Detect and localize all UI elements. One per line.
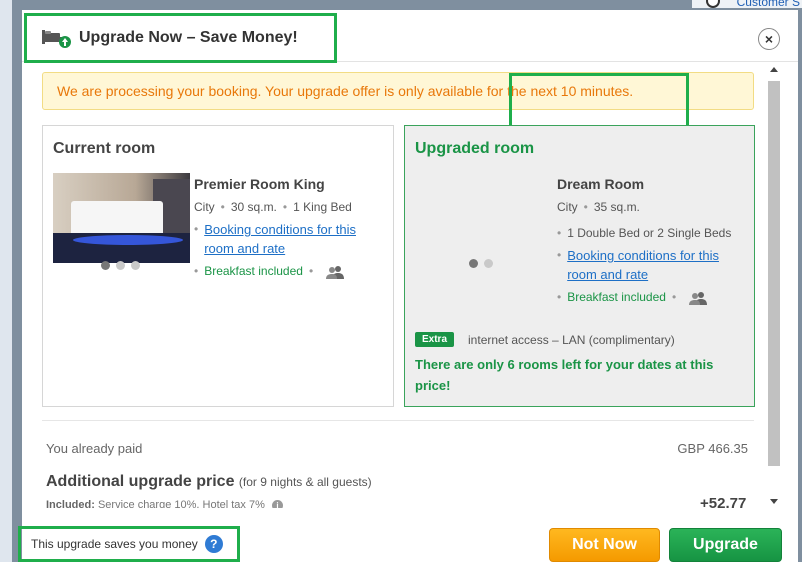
carousel-dot[interactable] xyxy=(101,261,110,270)
modal-title: Upgrade Now – Save Money! xyxy=(79,29,298,46)
guests-icon xyxy=(326,265,345,279)
booking-processing-alert: We are processing your booking. Your upg… xyxy=(42,72,754,128)
backdrop-left-strip xyxy=(0,0,12,562)
room-view: City xyxy=(194,200,215,214)
room-beds: 1 Double Bed or 2 Single Beds xyxy=(567,226,732,240)
upgraded-breakfast-row: • Breakfast included • xyxy=(557,290,747,305)
bed-upgrade-icon xyxy=(41,27,71,49)
carousel-dot[interactable] xyxy=(469,259,478,268)
upgrade-modal: Upgrade Now – Save Money! × We are proce… xyxy=(18,10,798,562)
modal-scroll-content[interactable]: We are processing your booking. Your upg… xyxy=(22,63,766,508)
current-room-details: Premier Room King City • 30 sq.m. • 1 King B… xyxy=(194,176,384,279)
not-now-button[interactable]: Not Now xyxy=(549,528,660,562)
room-size: 30 sq.m. xyxy=(230,200,277,214)
extra-amenity-row: Extra internet access – LAN (complimenta… xyxy=(415,332,675,347)
upgraded-room-details: Dream Room City • 35 sq.m. • 1 Double Bed o… xyxy=(557,176,747,305)
upgraded-room-heading: Upgraded room xyxy=(415,140,535,157)
current-room-photo[interactable] xyxy=(53,173,190,263)
upgrade-button[interactable]: Upgrade xyxy=(669,528,782,562)
upgraded-room-card: Upgraded room Dream Room City • 35 sq.m. •… xyxy=(404,125,755,407)
scroll-up-arrow-icon[interactable] xyxy=(770,67,778,72)
current-booking-conditions-link[interactable]: Booking conditions for this room and rat… xyxy=(204,220,384,258)
modal-footer: This upgrade saves you money ? Not Now U… xyxy=(18,508,798,562)
close-button[interactable]: × xyxy=(758,28,780,50)
info-icon[interactable]: i xyxy=(271,500,283,508)
included-taxes-row: Included: Service charge 10%, Hotel tax … xyxy=(46,499,283,508)
upgraded-room-name: Dream Room xyxy=(557,176,645,192)
upgraded-photo-carousel-dots[interactable] xyxy=(469,259,493,268)
upgrade-price-label: Additional upgrade price xyxy=(46,473,235,490)
room-beds: 1 King Bed xyxy=(293,200,352,214)
saves-money-highlight-box: This upgrade saves you money ? xyxy=(18,526,240,562)
upgrade-price-value: +52.77 xyxy=(700,495,747,508)
upgraded-room-meta-2: • 1 Double Bed or 2 Single Beds xyxy=(557,226,732,240)
already-paid-row: You already paid GBP 466.35 xyxy=(42,420,754,456)
upgrade-price-row: Additional upgrade price (for 9 nights &… xyxy=(46,473,372,491)
extra-badge: Extra xyxy=(415,332,455,347)
modal-header: Upgrade Now – Save Money! × xyxy=(22,10,798,63)
scroll-thumb[interactable] xyxy=(768,81,780,466)
extra-amenity-text: internet access – LAN (complimentary) xyxy=(468,332,675,347)
breakfast-label: Breakfast included xyxy=(204,264,303,278)
current-room-card: Current room Premier Room King City • 30 s… xyxy=(42,125,394,407)
carousel-dot[interactable] xyxy=(484,259,493,268)
time-limit-highlight-box xyxy=(509,73,689,128)
upgraded-booking-conditions-link[interactable]: Booking conditions for this room and rat… xyxy=(567,246,747,284)
paid-label: You already paid xyxy=(46,441,143,456)
rooms-left-message: There are only 6 rooms left for your dat… xyxy=(415,357,714,393)
included-label: Included: xyxy=(46,499,95,508)
current-photo-carousel-dots[interactable] xyxy=(101,261,140,270)
upgraded-room-meta-1: City • 35 sq.m. xyxy=(557,200,640,214)
help-icon[interactable]: ? xyxy=(204,535,223,553)
saves-money-text: This upgrade saves you money xyxy=(31,537,198,551)
current-breakfast-row: • Breakfast included • xyxy=(194,264,384,279)
carousel-dot[interactable] xyxy=(116,261,125,270)
room-size: 35 sq.m. xyxy=(593,200,640,214)
breakfast-label: Breakfast included xyxy=(567,290,666,304)
vertical-scrollbar[interactable] xyxy=(766,63,782,508)
current-room-heading: Current room xyxy=(53,140,156,157)
current-room-name: Premier Room King xyxy=(194,176,325,192)
upgrade-price-note: (for 9 nights & all guests) xyxy=(238,475,372,489)
carousel-dot[interactable] xyxy=(131,261,140,270)
current-room-meta: City • 30 sq.m. • 1 King Bed xyxy=(194,200,352,214)
guests-icon xyxy=(689,291,708,305)
customer-icon xyxy=(706,0,720,8)
room-view: City xyxy=(557,200,578,214)
included-text: Service charge 10%, Hotel tax 7% xyxy=(97,499,265,508)
scroll-down-arrow-icon[interactable] xyxy=(770,499,778,504)
backdrop-top-strip: Customer S xyxy=(692,0,802,9)
paid-value: GBP 466.35 xyxy=(677,441,748,456)
title-highlight-box: Upgrade Now – Save Money! xyxy=(24,13,337,63)
customer-service-link[interactable]: Customer S xyxy=(737,0,800,9)
